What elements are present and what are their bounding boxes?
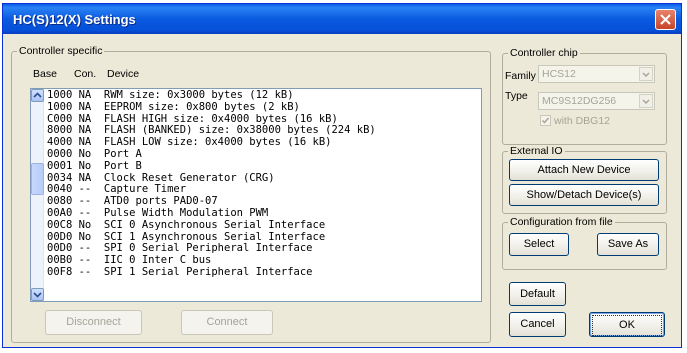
list-item[interactable]: 0000 No Port A [47, 149, 480, 161]
save-as-button[interactable]: Save As [597, 233, 659, 256]
settings-dialog: HC(S)12(X) Settings Controller specific … [2, 3, 682, 348]
type-label: Type [505, 90, 528, 102]
connect-button-label: Connect [206, 316, 248, 328]
list-item[interactable]: 0001 No Port B [47, 161, 480, 173]
select-config-label: Select [523, 238, 555, 250]
list-item[interactable]: 1000 NA EEPROM size: 0x800 bytes (2 kB) [47, 102, 480, 114]
ok-label: OK [592, 315, 662, 336]
scroll-down-button[interactable] [31, 288, 44, 301]
cancel-button[interactable]: Cancel [509, 312, 566, 337]
chevron-up-icon [33, 92, 42, 98]
list-item[interactable]: 0034 NA Clock Reset Generator (CRG) [47, 173, 480, 185]
device-list[interactable]: 1000 NA RWM size: 0x3000 bytes (12 kB) 1… [30, 88, 482, 302]
default-button[interactable]: Default [509, 282, 566, 306]
device-rows: 1000 NA RWM size: 0x3000 bytes (12 kB) 1… [47, 90, 480, 279]
list-item[interactable]: 0080 -- ATD0 ports PAD0-07 [47, 196, 480, 208]
close-button[interactable] [655, 9, 676, 30]
controller-chip-legend: Controller chip [508, 47, 580, 59]
disconnect-button-label: Disconnect [66, 316, 121, 328]
dbg12-checkbox[interactable] [540, 115, 551, 126]
config-file-legend: Configuration from file [508, 216, 615, 228]
family-label: Family [505, 70, 536, 82]
scroll-thumb[interactable] [31, 163, 44, 195]
type-value: MC9S12DG256 [542, 95, 617, 107]
controller-specific-legend: Controller specific [17, 45, 105, 57]
column-header-con: Con. [74, 68, 97, 80]
connect-button[interactable]: Connect [181, 310, 273, 335]
cancel-label: Cancel [520, 318, 555, 330]
window-title: HC(S)12(X) Settings [13, 12, 136, 27]
type-select[interactable]: MC9S12DG256 [538, 92, 655, 110]
show-detach-devices-button[interactable]: Show/Detach Device(s) [509, 184, 659, 206]
chevron-down-icon [642, 99, 650, 104]
family-dropdown-button[interactable] [639, 67, 653, 81]
title-bar[interactable]: HC(S)12(X) Settings [3, 4, 681, 34]
list-item[interactable]: 00D0 -- SPI 0 Serial Peripheral Interfac… [47, 243, 480, 255]
list-item[interactable]: 8000 NA FLASH (BANKED) size: 0x38000 byt… [47, 125, 480, 137]
list-item[interactable]: C000 NA FLASH HIGH size: 0x4000 bytes (1… [47, 114, 480, 126]
attach-new-device-label: Attach New Device [537, 164, 631, 176]
default-label: Default [520, 288, 555, 300]
chevron-down-icon [33, 292, 42, 298]
close-icon [660, 14, 671, 25]
ok-button[interactable]: OK [589, 312, 665, 337]
external-io-legend: External IO [508, 145, 565, 157]
chevron-down-icon [642, 72, 650, 77]
column-header-base: Base [33, 68, 57, 80]
attach-new-device-button[interactable]: Attach New Device [509, 159, 659, 181]
save-as-label: Save As [607, 238, 649, 250]
list-item[interactable]: 00B0 -- IIC 0 Inter C bus [47, 255, 480, 267]
scroll-up-button[interactable] [31, 89, 44, 102]
list-item[interactable]: 00F8 -- SPI 1 Serial Peripheral Interfac… [47, 267, 480, 279]
list-item[interactable]: 00D0 No SCI 1 Asynchronous Serial Interf… [47, 232, 480, 244]
show-detach-devices-label: Show/Detach Device(s) [526, 189, 642, 201]
type-dropdown-button[interactable] [639, 94, 653, 108]
list-item[interactable]: 00C8 No SCI 0 Asynchronous Serial Interf… [47, 220, 480, 232]
family-select[interactable]: HCS12 [538, 65, 655, 83]
list-item[interactable]: 1000 NA RWM size: 0x3000 bytes (12 kB) [47, 90, 480, 102]
device-list-scrollbar[interactable] [31, 89, 44, 301]
dbg12-label: with DBG12 [554, 115, 611, 127]
list-item[interactable]: 4000 NA FLASH LOW size: 0x4000 bytes (16… [47, 137, 480, 149]
family-value: HCS12 [542, 68, 576, 80]
checkmark-icon [541, 117, 550, 124]
list-item[interactable]: 0040 -- Capture Timer [47, 184, 480, 196]
column-header-device: Device [107, 68, 140, 80]
disconnect-button[interactable]: Disconnect [45, 310, 142, 335]
list-item[interactable]: 00A0 -- Pulse Width Modulation PWM [47, 208, 480, 220]
select-config-button[interactable]: Select [509, 233, 569, 256]
